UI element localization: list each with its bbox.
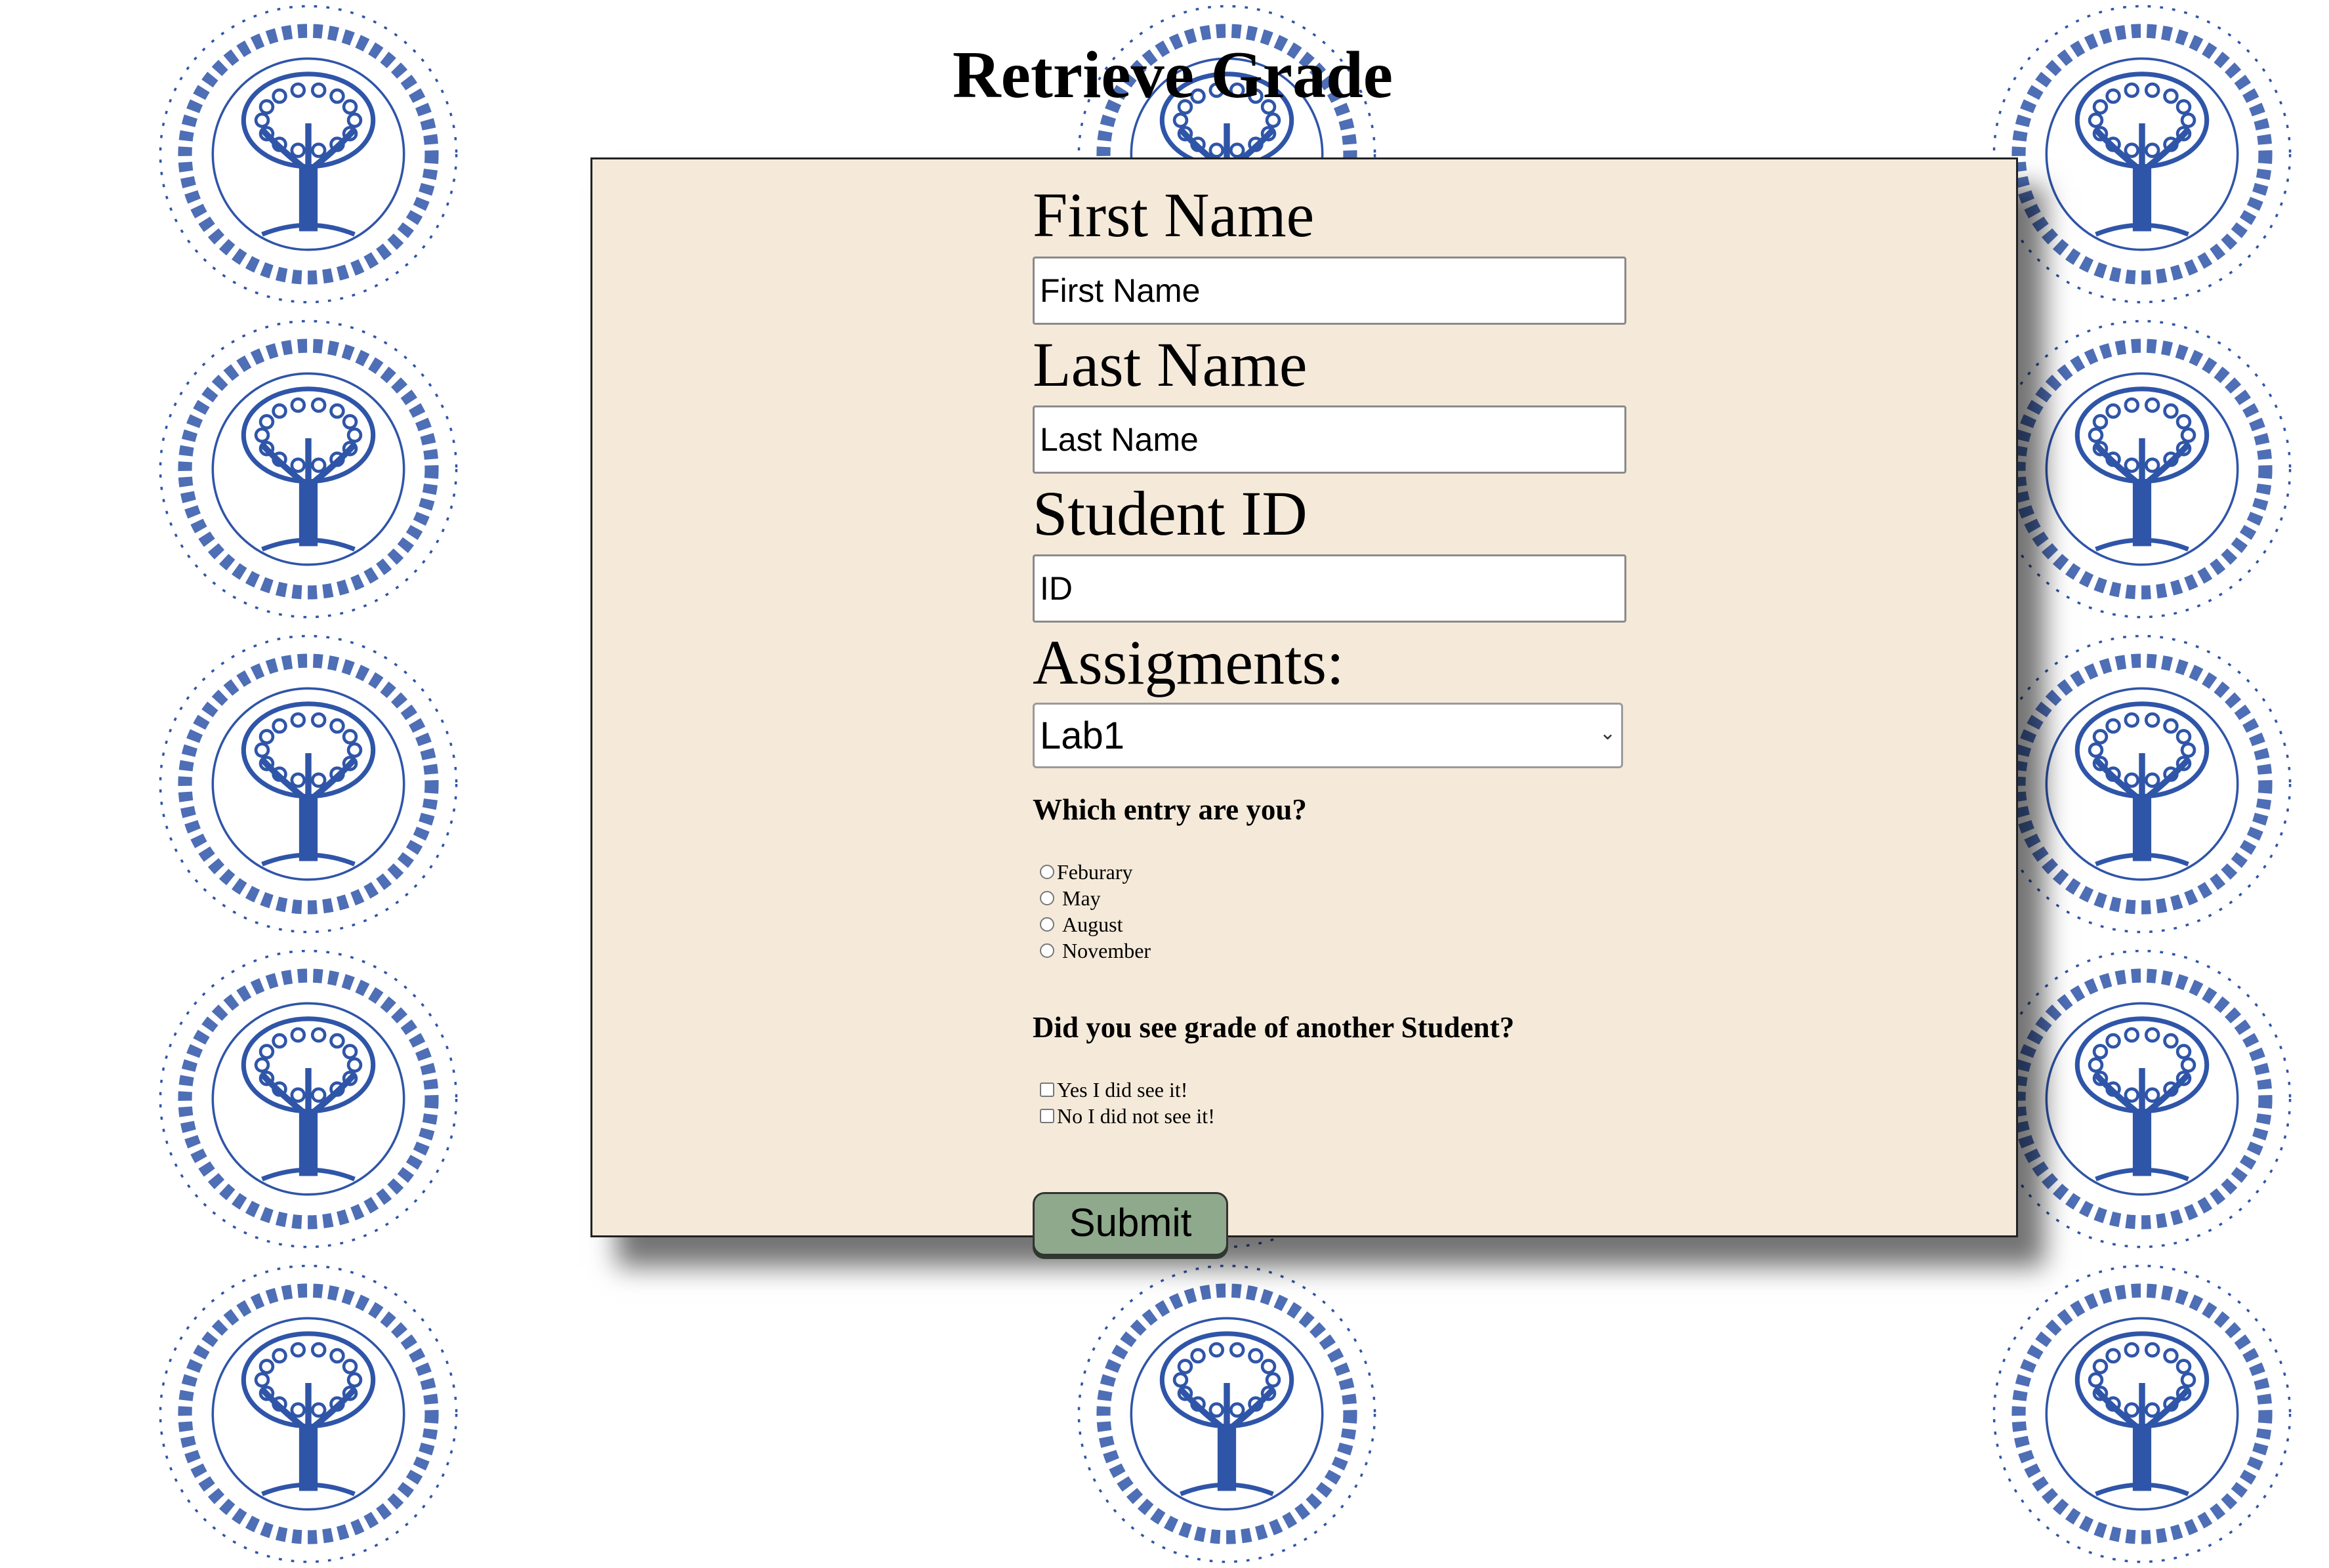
- page-title: Retrieve Grade: [952, 38, 1393, 112]
- seen-grade-option-label: No I did not see it!: [1057, 1104, 1215, 1128]
- entry-option-label: May: [1062, 886, 1101, 910]
- student-id-label: Student ID: [1033, 478, 1308, 548]
- entry-option-november[interactable]: November: [1040, 938, 1151, 964]
- university-seal-icon: [159, 1264, 458, 1563]
- last-name-label: Last Name: [1033, 329, 1308, 400]
- student-id-input[interactable]: [1033, 554, 1626, 623]
- university-seal-icon: [159, 949, 458, 1248]
- assignments-select[interactable]: Lab1 ⌄: [1033, 703, 1623, 768]
- entry-question: Which entry are you?: [1033, 793, 1307, 826]
- university-seal-icon: [1992, 320, 2292, 619]
- submit-button[interactable]: Submit: [1033, 1192, 1228, 1256]
- entry-option-august[interactable]: August: [1040, 911, 1123, 938]
- university-seal-icon: [1077, 1264, 1376, 1563]
- entry-option-feburary[interactable]: Feburary: [1040, 859, 1133, 885]
- entry-option-label: November: [1062, 938, 1151, 962]
- radio-button[interactable]: [1040, 891, 1054, 905]
- seen-grade-option-label: Yes I did see it!: [1057, 1077, 1188, 1102]
- university-seal-icon: [159, 634, 458, 934]
- entry-option-label: Feburary: [1057, 859, 1133, 884]
- seen-grade-question: Did you see grade of another Student?: [1033, 1011, 1515, 1044]
- seen-grade-option-yes[interactable]: Yes I did see it!: [1040, 1077, 1187, 1103]
- university-seal-icon: [159, 320, 458, 619]
- radio-button[interactable]: [1040, 917, 1054, 932]
- checkbox[interactable]: [1040, 1109, 1054, 1123]
- assignments-selected-value: Lab1: [1040, 714, 1125, 757]
- first-name-label: First Name: [1033, 180, 1315, 250]
- radio-button[interactable]: [1040, 865, 1054, 879]
- radio-button[interactable]: [1040, 943, 1054, 958]
- first-name-input[interactable]: [1033, 257, 1626, 325]
- university-seal-icon: [1992, 949, 2292, 1248]
- entry-option-may[interactable]: May: [1040, 885, 1101, 911]
- university-seal-icon: [1992, 634, 2292, 934]
- assignments-label: Assigments:: [1033, 627, 1344, 697]
- university-seal-icon: [1992, 1264, 2292, 1563]
- grade-form-panel: First Name Last Name Student ID Assigmen…: [590, 157, 2018, 1256]
- last-name-input[interactable]: [1033, 405, 1626, 474]
- seen-grade-option-no[interactable]: No I did not see it!: [1040, 1103, 1215, 1129]
- chevron-down-icon: ⌄: [1599, 722, 1616, 745]
- checkbox[interactable]: [1040, 1083, 1054, 1097]
- entry-option-label: August: [1062, 912, 1123, 936]
